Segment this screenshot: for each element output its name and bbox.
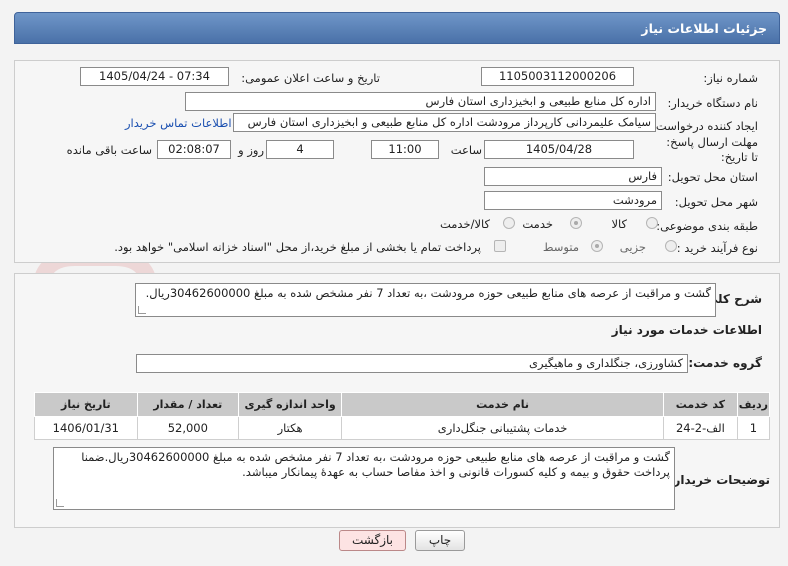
buyer-contact-link[interactable]: اطلاعات تماس خریدار [125,116,232,130]
process-option-medium: متوسط [542,240,579,254]
col-service-name: نام خدمت [341,392,665,417]
process-label: نوع فرآیند خرید : [676,241,758,255]
col-need-date: تاریخ نیاز [34,392,138,417]
buyer-org-field[interactable]: اداره کل منابع طبیعی و ابخیزداری استان ف… [185,92,656,111]
category-radio-goods[interactable] [646,217,658,229]
category-option-service: خدمت [522,217,553,231]
buyer-notes-text: گشت و مراقبت از عرصه های منابع طبیعی حوز… [81,450,670,479]
category-radio-goods-service[interactable] [503,217,515,229]
treasury-payment-checkbox[interactable] [494,240,506,252]
resize-handle-icon[interactable] [56,499,64,507]
days-label: روز و [238,143,264,157]
cell-unit: هکتار [237,416,343,440]
announce-datetime-label: تاریخ و ساعت اعلان عمومی: [241,71,380,85]
buyer-org-label: نام دستگاه خریدار: [667,96,758,110]
city-label: شهر محل تحویل: [674,195,758,209]
cell-need-date: 1406/01/31 [34,416,138,440]
description-textarea[interactable]: گشت و مراقبت از عرصه های منابع طبیعی حوز… [135,283,716,317]
category-option-goods: کالا [611,217,627,231]
col-quantity: تعداد / مقدار [136,392,239,417]
process-radio-medium[interactable] [591,240,603,252]
deadline-time-field[interactable]: 11:00 [371,140,439,159]
need-number-label: شماره نیاز: [703,71,758,85]
deadline-time-label: ساعت [450,143,482,157]
city-field[interactable]: مرودشت [484,191,662,210]
cell-row-number: 1 [736,416,771,440]
table-row[interactable]: 1 الف-2-24 خدمات پشتیبانی جنگل‌داری هکتا… [34,416,771,440]
service-group-label: گروه خدمت: [688,356,762,370]
buyer-notes-textarea[interactable]: گشت و مراقبت از عرصه های منابع طبیعی حوز… [53,447,675,510]
category-label: طبقه بندی موضوعی: [656,219,758,233]
cell-service-code: الف-2-24 [663,416,738,440]
resize-handle-icon[interactable] [138,306,146,314]
province-label: استان محل تحویل: [667,170,758,184]
process-option-minor: جزیی [619,240,646,254]
process-radio-minor[interactable] [665,240,677,252]
back-button[interactable]: بازگشت [339,530,406,551]
creator-field[interactable]: سیامک علیمردانی کارپرداز مرودشت اداره کل… [233,113,656,132]
buyer-notes-label: توضیحات خریدار: [668,473,770,487]
announce-datetime-field[interactable]: 1405/04/24 - 07:34 [80,67,229,86]
treasury-payment-note: پرداخت تمام یا بخشی از مبلغ خرید،از محل … [114,240,481,254]
cell-service-name: خدمات پشتیبانی جنگل‌داری [341,416,665,440]
page-title: جزئیات اطلاعات نیاز [641,21,767,36]
deadline-label: مهلت ارسال پاسخ: تا تاریخ: [666,135,758,164]
deadline-date-field[interactable]: 1405/04/28 [484,140,634,159]
category-radio-service[interactable] [570,217,582,229]
page-header: جزئیات اطلاعات نیاز [14,12,780,44]
province-field[interactable]: فارس [484,167,662,186]
cell-quantity: 52,000 [136,416,239,440]
remaining-time-label: ساعت باقی مانده [66,143,152,157]
col-row-number: ردیف [736,392,771,417]
days-field[interactable]: 4 [266,140,334,159]
creator-label: ایجاد کننده درخواست: [652,119,758,133]
description-text: گشت و مراقبت از عرصه های منابع طبیعی حوز… [145,286,711,300]
col-service-code: کد خدمت [663,392,738,417]
services-table: ردیف کد خدمت نام خدمت واحد اندازه گیری ت… [34,392,771,440]
service-group-field[interactable]: کشاورزی، جنگلداری و ماهیگیری [136,354,688,373]
category-option-goods-service: کالا/خدمت [439,217,490,231]
col-unit: واحد اندازه گیری [237,392,343,417]
services-section-title: اطلاعات خدمات مورد نیاز [611,323,762,337]
table-header-row: ردیف کد خدمت نام خدمت واحد اندازه گیری ت… [34,392,771,417]
print-button[interactable]: چاپ [415,530,465,551]
remaining-time-field[interactable]: 02:08:07 [157,140,231,159]
need-number-field[interactable]: 1105003112000206 [481,67,634,86]
